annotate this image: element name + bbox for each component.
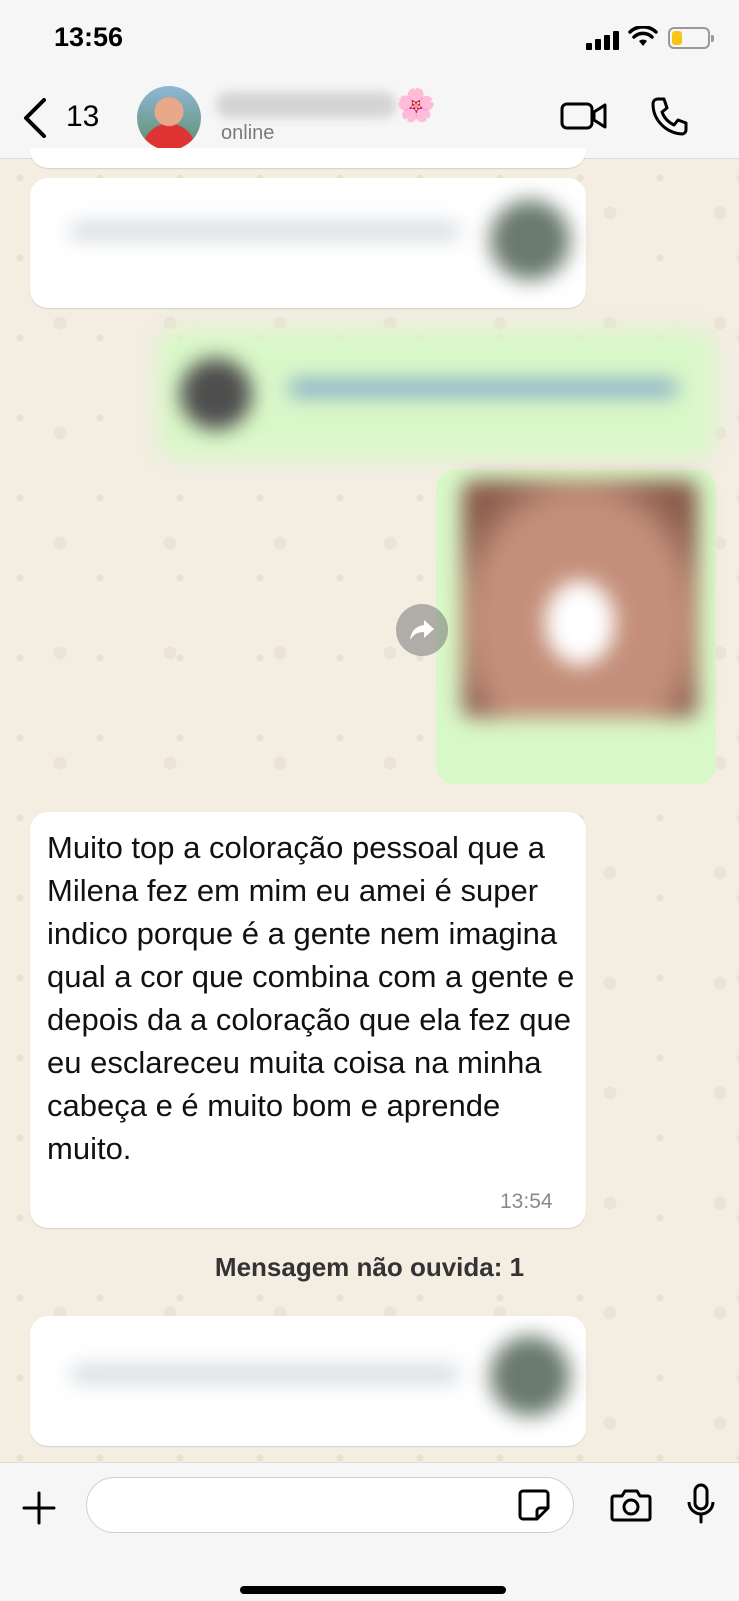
sender-avatar-blurred xyxy=(490,200,570,280)
chat-header: 13 🌸 online xyxy=(0,78,739,159)
sticker-icon[interactable] xyxy=(517,1488,551,1522)
wifi-icon xyxy=(628,26,658,46)
unread-chats-count[interactable]: 13 xyxy=(66,100,99,134)
camera-icon[interactable] xyxy=(610,1487,652,1523)
forward-arrow-icon xyxy=(410,620,434,640)
photo-blurred xyxy=(462,480,698,718)
image-message-outgoing-blurred[interactable] xyxy=(436,470,716,784)
plus-icon[interactable] xyxy=(22,1491,56,1525)
sender-avatar-blurred xyxy=(490,1336,570,1416)
message-text: Muito top a coloração pessoal que a Mile… xyxy=(47,830,575,1166)
home-indicator[interactable] xyxy=(240,1586,506,1594)
audio-message-incoming-blurred[interactable] xyxy=(30,178,586,308)
audio-waveform-blurred xyxy=(70,1366,460,1382)
battery-icon xyxy=(668,27,714,49)
message-bubble-partial xyxy=(30,148,586,168)
contact-name-emoji: 🌸 xyxy=(396,87,436,123)
message-timestamp: 13:54 xyxy=(500,1190,553,1213)
contact-status: online xyxy=(221,122,275,144)
unread-audio-label: Mensagem não ouvida: 1 xyxy=(214,1252,525,1282)
audio-message-incoming-blurred[interactable] xyxy=(30,1316,586,1446)
contact-avatar[interactable] xyxy=(137,86,201,150)
voice-call-icon[interactable] xyxy=(650,96,688,136)
composer-bar xyxy=(0,1462,739,1601)
forward-button[interactable] xyxy=(396,604,448,656)
status-bar: 13:56 xyxy=(0,0,739,78)
video-call-icon[interactable] xyxy=(560,100,608,132)
microphone-icon[interactable] xyxy=(686,1483,716,1525)
contact-name-redacted[interactable] xyxy=(216,92,396,118)
message-input[interactable] xyxy=(105,1488,509,1524)
status-time: 13:56 xyxy=(54,22,124,52)
unread-audio-banner: Mensagem não ouvida: 1 xyxy=(0,1252,739,1292)
audio-message-outgoing-blurred[interactable] xyxy=(158,330,714,458)
message-input-field[interactable] xyxy=(86,1477,574,1533)
back-chevron-icon[interactable] xyxy=(20,96,50,140)
audio-waveform-blurred xyxy=(70,223,460,239)
cellular-signal-icon xyxy=(586,30,622,50)
